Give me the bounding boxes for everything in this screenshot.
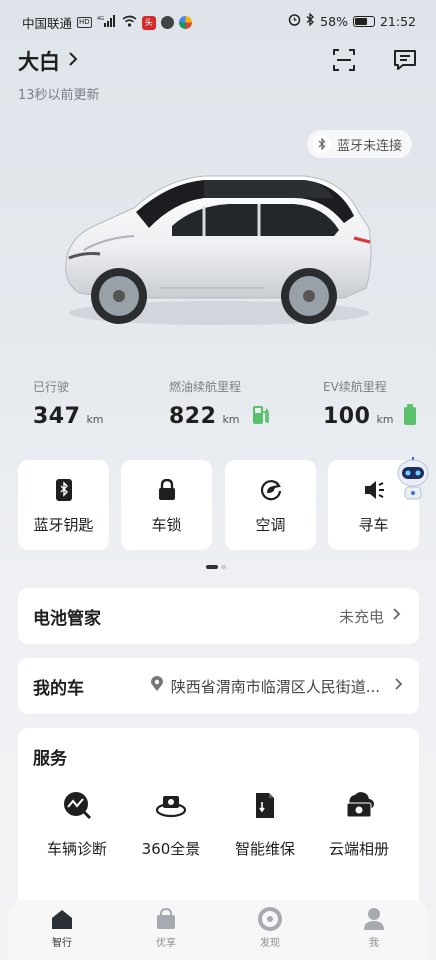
chevron-right-icon bbox=[394, 677, 403, 695]
car-image bbox=[54, 168, 376, 328]
assistant-robot-icon[interactable] bbox=[394, 455, 432, 503]
charging-status: 未充电 bbox=[338, 607, 384, 626]
battery-manager-card[interactable]: 电池管家 未充电 bbox=[18, 588, 419, 644]
services-title: 服务 bbox=[33, 749, 67, 769]
my-car-card[interactable]: 我的车 陕西省渭南市临渭区人民街道... bbox=[18, 658, 419, 714]
controls-pager bbox=[206, 565, 226, 569]
hd-icon: HD bbox=[77, 17, 92, 28]
stat-unit: km bbox=[376, 413, 394, 426]
stat-ev-range: EV续航里程 100 km bbox=[323, 378, 394, 429]
battery-icon bbox=[352, 15, 375, 27]
app-notification-icon bbox=[178, 16, 192, 29]
lock-button[interactable]: 车锁 bbox=[121, 460, 212, 550]
camera-360-icon bbox=[155, 790, 187, 820]
service-label: 云端相册 bbox=[328, 840, 389, 858]
tab-zhixing[interactable]: 智行 bbox=[22, 906, 102, 949]
tab-label: 我 bbox=[369, 938, 379, 949]
alarm-icon bbox=[288, 13, 301, 29]
fuel-pump-icon bbox=[251, 404, 271, 430]
bottom-tab-bar: 智行 优享 发现 我 bbox=[8, 900, 428, 960]
service-diagnosis[interactable]: 车辆诊断 bbox=[28, 790, 126, 859]
maintenance-icon bbox=[253, 790, 277, 820]
page-header: 大白 13秒以前更新 bbox=[18, 46, 100, 103]
update-time: 13秒以前更新 bbox=[18, 88, 100, 103]
air-conditioner-button[interactable]: 空调 bbox=[225, 460, 316, 550]
carrier-name: 中国联通 bbox=[22, 16, 73, 31]
battery-manager-title: 电池管家 bbox=[33, 608, 101, 629]
app-notification-icon: 头 bbox=[141, 15, 156, 30]
stat-unit: km bbox=[86, 413, 104, 426]
bluetooth-status-pill[interactable]: 蓝牙未连接 bbox=[306, 130, 412, 158]
tab-wo[interactable]: 我 bbox=[334, 906, 414, 949]
control-label: 寻车 bbox=[358, 516, 389, 534]
control-label: 车锁 bbox=[151, 516, 182, 534]
service-maintenance[interactable]: 智能维保 bbox=[216, 790, 314, 859]
clock-time: 21:52 bbox=[379, 13, 416, 29]
stat-label: EV续航里程 bbox=[323, 380, 387, 394]
battery-percent: 58% bbox=[320, 13, 348, 29]
bluetooth-key-button[interactable]: 蓝牙钥匙 bbox=[18, 460, 109, 550]
stat-label: 燃油续航里程 bbox=[169, 380, 242, 394]
profile-icon bbox=[363, 906, 385, 932]
bluetooth-icon bbox=[312, 135, 331, 153]
bluetooth-icon bbox=[306, 12, 315, 29]
tab-label: 发现 bbox=[260, 938, 280, 949]
battery-icon bbox=[403, 404, 417, 430]
cloud-album-icon bbox=[343, 790, 375, 820]
bluetooth-key-icon bbox=[55, 478, 73, 502]
bluetooth-status-label: 蓝牙未连接 bbox=[336, 138, 402, 154]
chevron-right-icon bbox=[68, 51, 78, 71]
diagnosis-icon bbox=[62, 790, 92, 820]
signal-icon: 4G bbox=[97, 15, 117, 30]
service-label: 360全景 bbox=[141, 840, 201, 858]
stat-value: 822 bbox=[169, 404, 217, 429]
stat-fuel-range: 燃油续航里程 822 km bbox=[169, 378, 241, 429]
lock-icon bbox=[158, 478, 176, 502]
location-pin-icon bbox=[150, 676, 163, 696]
car-selector[interactable]: 大白 bbox=[18, 46, 100, 76]
status-bar: 中国联通 HD 4G 头 58% 21:52 bbox=[0, 0, 436, 40]
my-car-title: 我的车 bbox=[33, 678, 84, 699]
stat-value: 347 bbox=[33, 404, 81, 429]
service-label: 智能维保 bbox=[234, 840, 295, 858]
service-label: 车辆诊断 bbox=[46, 840, 107, 858]
tab-faxian[interactable]: 发现 bbox=[230, 906, 310, 949]
scan-icon[interactable] bbox=[331, 47, 357, 73]
shopping-bag-icon bbox=[155, 906, 177, 932]
message-icon[interactable] bbox=[392, 47, 418, 73]
horn-icon bbox=[362, 478, 386, 502]
tab-label: 优享 bbox=[156, 938, 176, 949]
stat-label: 已行驶 bbox=[33, 380, 70, 394]
home-icon bbox=[50, 906, 74, 932]
vehicle-stats: 已行驶 347 km 燃油续航里程 822 km EV续航里程 100 km bbox=[0, 378, 436, 438]
wifi-icon bbox=[122, 15, 137, 30]
service-360[interactable]: 360全景 bbox=[122, 790, 220, 859]
stat-unit: km bbox=[222, 413, 240, 426]
service-cloud-album[interactable]: 云端相册 bbox=[310, 790, 408, 859]
car-location: 陕西省渭南市临渭区人民街道... bbox=[170, 677, 380, 696]
quick-controls: 蓝牙钥匙 车锁 空调 寻车 bbox=[18, 460, 436, 552]
tab-youxiang[interactable]: 优享 bbox=[126, 906, 206, 949]
chevron-right-icon bbox=[392, 607, 401, 625]
app-notification-icon bbox=[160, 16, 174, 29]
air-conditioner-icon bbox=[259, 478, 283, 502]
stat-mileage: 已行驶 347 km bbox=[33, 378, 104, 429]
control-label: 蓝牙钥匙 bbox=[33, 516, 94, 534]
pager-dot bbox=[221, 565, 226, 569]
tab-label: 智行 bbox=[52, 938, 72, 949]
stat-value: 100 bbox=[323, 404, 371, 429]
control-label: 空调 bbox=[255, 516, 286, 534]
discover-icon bbox=[258, 906, 282, 932]
pager-dot-active bbox=[206, 565, 218, 569]
svg-text:4G: 4G bbox=[97, 16, 104, 22]
car-name: 大白 bbox=[18, 50, 60, 74]
